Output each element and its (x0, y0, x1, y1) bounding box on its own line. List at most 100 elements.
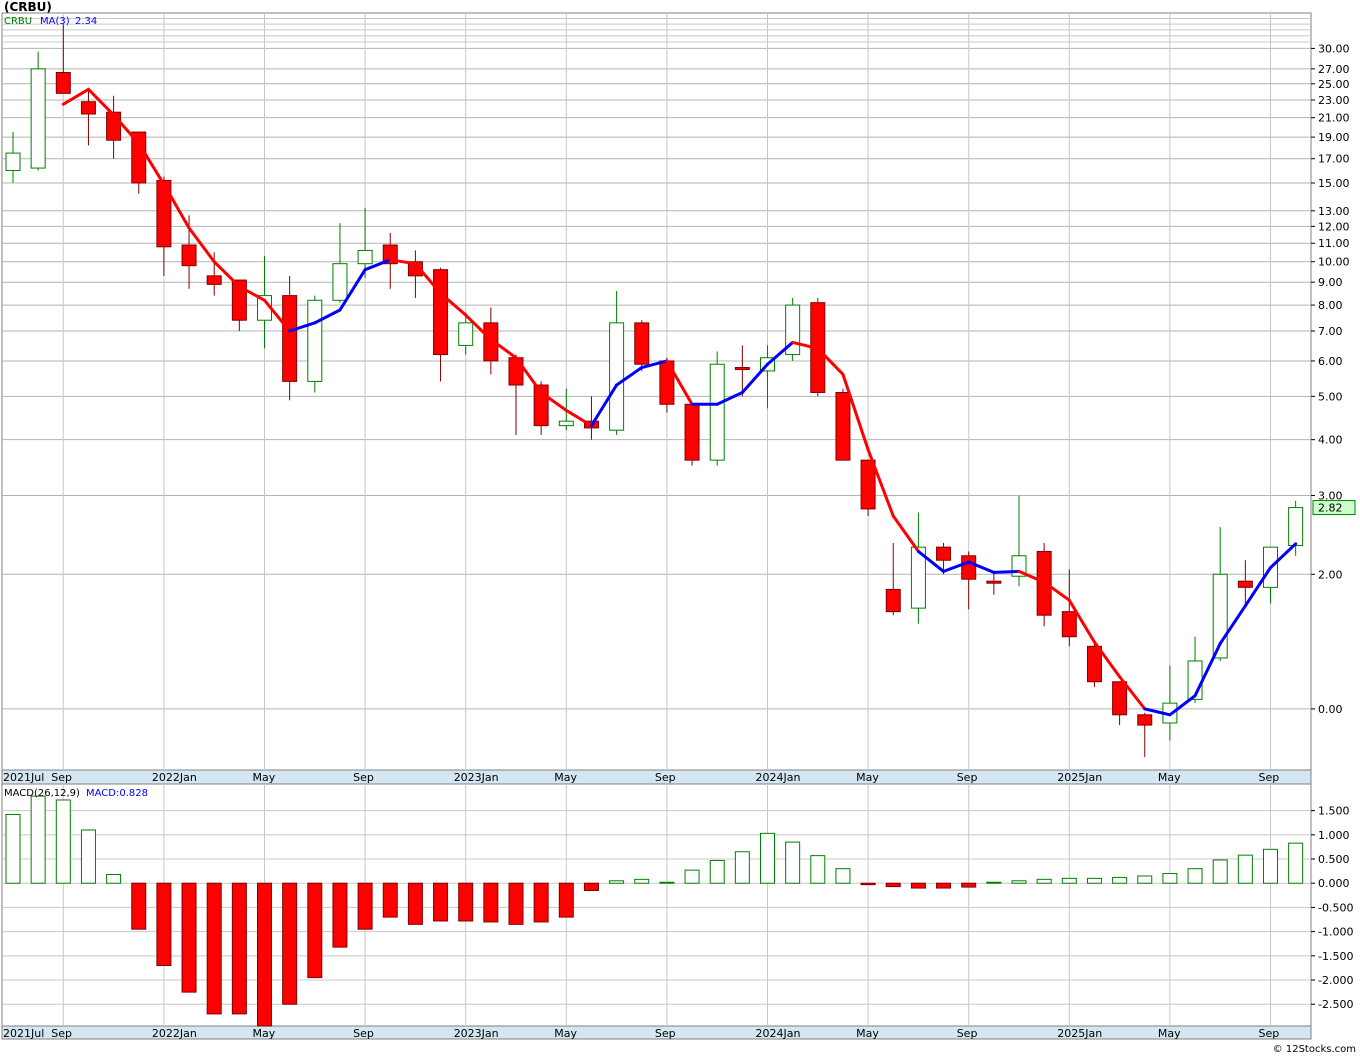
price-x-label: 2023Jan (454, 771, 499, 784)
candle-body (458, 322, 474, 346)
macd-bar (961, 882, 977, 888)
macd-x-label: May (856, 1027, 879, 1040)
price-tick-label: 23.00 (1318, 94, 1350, 107)
macd-bar (609, 880, 625, 884)
macd-bar (558, 882, 574, 918)
ma3-segment (992, 569, 1021, 574)
candle-body (860, 459, 876, 510)
macd-bar (1086, 877, 1102, 884)
candle-body (433, 269, 449, 356)
candle-body (181, 244, 197, 267)
price-tick-label: 5.00 (1318, 390, 1343, 403)
price-panel (1, 12, 1312, 771)
macd-x-label: May (1158, 1027, 1181, 1040)
macd-bar (684, 869, 700, 884)
macd-x-label: Sep (655, 1027, 676, 1040)
macd-tick-label: 1.500 (1318, 805, 1350, 818)
macd-bar (1212, 859, 1228, 884)
price-x-label: May (1158, 771, 1181, 784)
macd-bar (734, 851, 750, 884)
macd-x-label: 2023Jan (454, 1027, 499, 1040)
price-tick-label: 25.00 (1318, 78, 1350, 91)
price-tick-label: 10.00 (1318, 256, 1350, 269)
macd-bar (332, 882, 348, 948)
macd-bar (483, 882, 499, 923)
candle-body (709, 363, 725, 461)
macd-bar (1237, 854, 1253, 884)
site-credit: © 12Stocks.com (1272, 1044, 1356, 1055)
candle-body (332, 263, 348, 301)
price-tick-label: 4.00 (1318, 434, 1343, 447)
price-tick-label: 27.00 (1318, 63, 1350, 76)
macd-bar (1187, 868, 1203, 884)
price-x-label: 2021Jul (3, 771, 44, 784)
macd-tick-label: -0.500 (1318, 901, 1353, 914)
price-tick-label: 30.00 (1318, 42, 1350, 55)
macd-bar (30, 795, 46, 884)
macd-bar (936, 882, 952, 889)
macd-x-label: 2021Jul (3, 1027, 44, 1040)
candle-body (282, 295, 298, 382)
macd-tick-label: 0.000 (1318, 877, 1350, 890)
macd-bar (55, 799, 71, 884)
candle-body (1112, 681, 1128, 716)
macd-bar (1036, 878, 1052, 884)
price-x-label: Sep (655, 771, 676, 784)
price-x-label: Sep (51, 771, 72, 784)
macd-x-label: 2025Jan (1057, 1027, 1102, 1040)
macd-x-label: Sep (957, 1027, 978, 1040)
macd-bar (1162, 873, 1178, 884)
candle-body (684, 403, 700, 461)
candle-body (1086, 645, 1102, 683)
macd-tick-label: -1.000 (1318, 926, 1353, 939)
macd-bar (885, 882, 901, 888)
macd-legend-label: MACD(26,12,9) (4, 788, 80, 799)
macd-bar (206, 882, 222, 1015)
candle-body (508, 357, 524, 386)
macd-bar (583, 882, 599, 891)
macd-bar (106, 874, 122, 884)
macd-legend-value: MACD:0.828 (86, 788, 148, 799)
stock-chart: 30.00 27.00 25.00 23.00 21.00 19.00 17.00 15.00… (1, 12, 1356, 1040)
macd-bar (910, 882, 926, 889)
price-tick-label: 17.00 (1318, 153, 1350, 166)
macd-tick-label: 1.000 (1318, 829, 1350, 842)
macd-bar (156, 882, 172, 966)
macd-tick-label: -2.500 (1318, 998, 1353, 1011)
macd-bar (407, 882, 423, 925)
candle-body (936, 546, 952, 561)
price-x-label: Sep (1259, 771, 1280, 784)
macd-x-label: Sep (1259, 1027, 1280, 1040)
price-tick-label: 2.00 (1318, 568, 1343, 581)
macd-bar (433, 882, 449, 922)
candle-body (5, 152, 21, 171)
macd-bar (231, 882, 247, 1015)
macd-bar (80, 829, 96, 884)
macd-bar (986, 881, 1002, 884)
candle-body (55, 71, 71, 94)
candle-body (30, 68, 46, 169)
macd-x-label: May (554, 1027, 577, 1040)
macd-bar (785, 841, 801, 884)
legend-ma-value: 2.34 (75, 16, 97, 27)
price-x-label: Sep (957, 771, 978, 784)
candle-body (1061, 611, 1077, 638)
price-x-label: 2025Jan (1057, 771, 1102, 784)
candle-body (80, 101, 96, 115)
macd-bar (634, 878, 650, 884)
price-x-label: May (554, 771, 577, 784)
macd-bar (508, 882, 524, 925)
price-tick-label: 8.00 (1318, 299, 1343, 312)
candle-body (558, 420, 574, 427)
price-x-label: 2022Jan (152, 771, 197, 784)
candle-body (986, 580, 1002, 584)
macd-bar (458, 882, 474, 922)
price-tick-label: 13.00 (1318, 205, 1350, 218)
macd-bar (1112, 876, 1128, 884)
macd-x-label: 2022Jan (152, 1027, 197, 1040)
macd-bar (357, 882, 373, 930)
candle-body (734, 367, 750, 371)
candle-body (609, 322, 625, 431)
macd-bar (860, 882, 876, 886)
macd-tick-label: -2.000 (1318, 974, 1353, 987)
